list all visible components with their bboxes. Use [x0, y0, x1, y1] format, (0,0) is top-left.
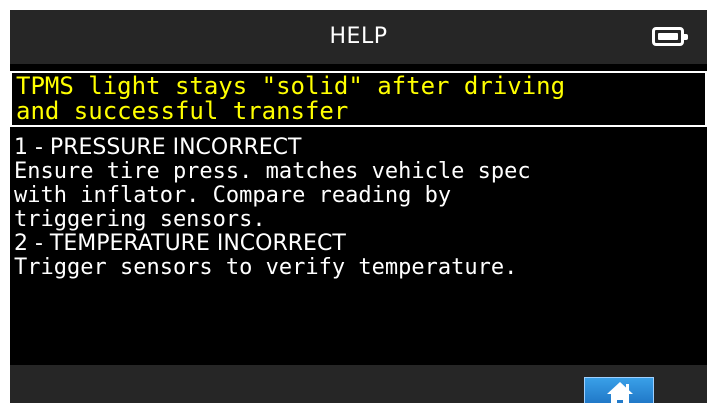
help-topic-heading: TPMS light stays "solid" after driving a… — [10, 71, 707, 127]
cause-text-line: with inflator. Compare reading by — [14, 183, 452, 208]
home-icon — [607, 382, 633, 403]
title-bar: HELP — [10, 10, 707, 64]
home-button[interactable] — [584, 377, 654, 403]
cause-text-line: Ensure tire press. matches vehicle spec — [14, 159, 531, 184]
help-topic-line: and successful transfer — [16, 97, 349, 125]
cause-text-line: triggering sensors. — [14, 207, 266, 232]
cause-heading-1: 1 - PRESSURE INCORRECT — [14, 135, 302, 160]
page-title: HELP — [329, 24, 388, 49]
cause-text-line: Trigger sensors to verify temperature. — [14, 255, 518, 280]
cause-heading-2: 2 - TEMPERATURE INCORRECT — [14, 231, 346, 256]
footer-bar — [10, 365, 707, 403]
device-screen: HELP TPMS light stays "solid" after driv… — [10, 10, 707, 403]
battery-tip — [684, 34, 688, 40]
help-topic-line: TPMS light stays "solid" after driving — [16, 72, 566, 100]
battery-level — [658, 33, 678, 40]
help-content: 1 - PRESSURE INCORRECT Ensure tire press… — [10, 136, 707, 280]
battery-icon — [652, 27, 688, 46]
